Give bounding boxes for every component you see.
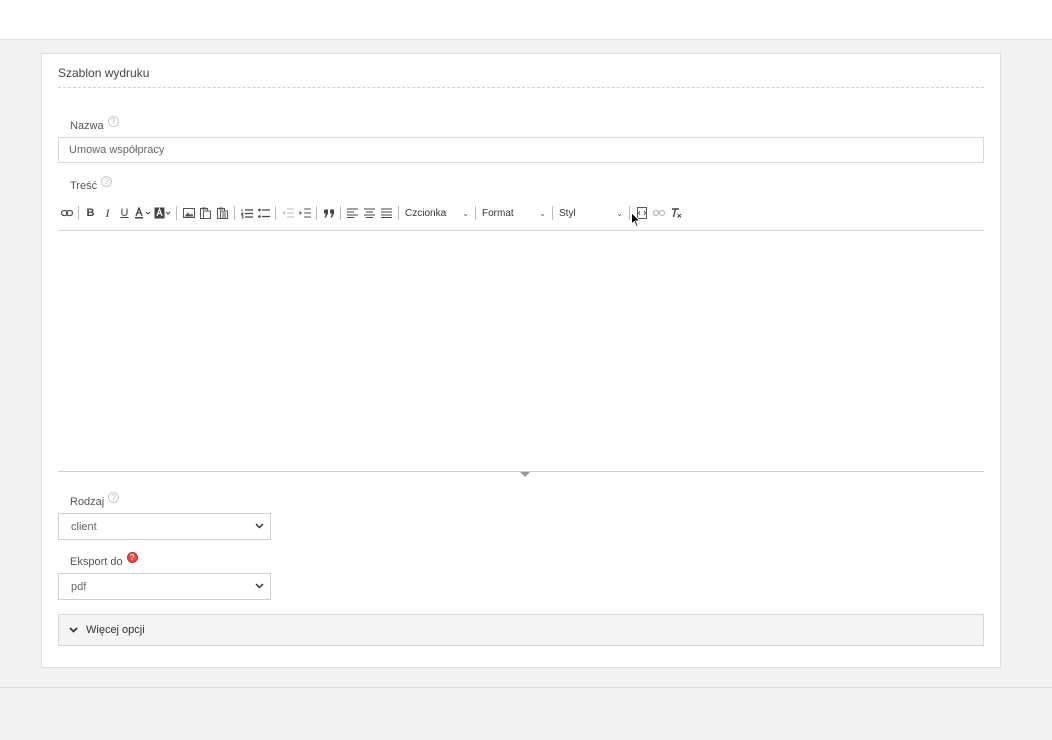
- toolbar-separator: [475, 206, 476, 220]
- more-options-label: Więcej opcji: [86, 624, 145, 636]
- link-icon[interactable]: [58, 204, 75, 222]
- panel-divider: [58, 87, 984, 88]
- panel-title: Szablon wydruku: [58, 66, 150, 80]
- italic-button[interactable]: I: [99, 204, 116, 222]
- export-help-icon[interactable]: ?: [126, 551, 138, 563]
- toolbar-separator: [629, 206, 630, 220]
- align-justify-icon[interactable]: [378, 204, 395, 222]
- unlink-icon[interactable]: [650, 204, 667, 222]
- type-select[interactable]: client: [58, 513, 271, 540]
- blockquote-icon[interactable]: [320, 204, 337, 222]
- image-icon[interactable]: [180, 204, 197, 222]
- chevron-down-icon: [69, 625, 78, 636]
- name-label: Nazwa ?: [70, 115, 119, 132]
- toolbar-separator: [552, 206, 553, 220]
- style-combo[interactable]: Styl ⌄: [556, 204, 626, 222]
- font-combo-label: Czcionka: [405, 207, 447, 219]
- editor-toolbar: B I U Czcionka ⌄ Format ⌄ Styl ⌄: [58, 200, 984, 226]
- type-label-text: Rodzaj: [70, 496, 105, 508]
- font-combo[interactable]: Czcionka ⌄: [402, 204, 472, 222]
- underline-button[interactable]: U: [116, 204, 133, 222]
- type-label: Rodzaj ?: [70, 491, 120, 508]
- editor-resize-icon[interactable]: [520, 472, 530, 477]
- name-help-icon[interactable]: ?: [107, 115, 119, 127]
- remove-format-icon[interactable]: [667, 204, 684, 222]
- bold-button[interactable]: B: [82, 204, 99, 222]
- more-options-toggle[interactable]: Więcej opcji: [58, 614, 984, 646]
- indent-icon[interactable]: [296, 204, 313, 222]
- toolbar-separator: [316, 206, 317, 220]
- chevron-down-icon: ⌄: [462, 208, 469, 218]
- style-combo-label: Styl: [559, 207, 576, 219]
- format-combo[interactable]: Format ⌄: [479, 204, 549, 222]
- chevron-down-icon: [255, 521, 264, 532]
- name-input[interactable]: Umowa współpracy: [58, 137, 984, 163]
- toolbar-separator: [398, 206, 399, 220]
- content-label: Treść ?: [70, 175, 113, 192]
- paste-text-icon[interactable]: [197, 204, 214, 222]
- type-select-value: client: [71, 520, 97, 533]
- name-label-text: Nazwa: [70, 120, 104, 132]
- content-label-text: Treść: [70, 180, 98, 192]
- top-bar: [0, 0, 1052, 40]
- toolbar-separator: [78, 206, 79, 220]
- print-template-panel: Szablon wydruku Nazwa ? Umowa współpracy…: [41, 53, 1001, 668]
- format-combo-label: Format: [482, 207, 514, 219]
- paste-word-icon[interactable]: [214, 204, 231, 222]
- mouse-cursor-icon: [631, 211, 642, 233]
- chevron-down-icon: ⌄: [616, 208, 623, 218]
- bulleted-list-icon[interactable]: [255, 204, 272, 222]
- chevron-down-icon: [255, 581, 264, 592]
- toolbar-separator: [176, 206, 177, 220]
- chevron-down-icon: ⌄: [539, 208, 546, 218]
- content-help-icon[interactable]: ?: [101, 175, 113, 187]
- type-help-icon[interactable]: ?: [108, 491, 120, 503]
- align-left-icon[interactable]: [344, 204, 361, 222]
- background-color-icon[interactable]: [153, 204, 173, 222]
- content-editor[interactable]: [58, 231, 984, 471]
- export-label-text: Eksport do: [70, 556, 123, 568]
- toolbar-separator: [275, 206, 276, 220]
- export-select[interactable]: pdf: [58, 573, 271, 600]
- export-label: Eksport do ?: [70, 551, 138, 568]
- toolbar-separator: [234, 206, 235, 220]
- outdent-icon[interactable]: [279, 204, 296, 222]
- export-select-value: pdf: [71, 580, 87, 593]
- text-color-icon[interactable]: [133, 204, 153, 222]
- numbered-list-icon[interactable]: [238, 204, 255, 222]
- toolbar-separator: [340, 206, 341, 220]
- align-center-icon[interactable]: [361, 204, 378, 222]
